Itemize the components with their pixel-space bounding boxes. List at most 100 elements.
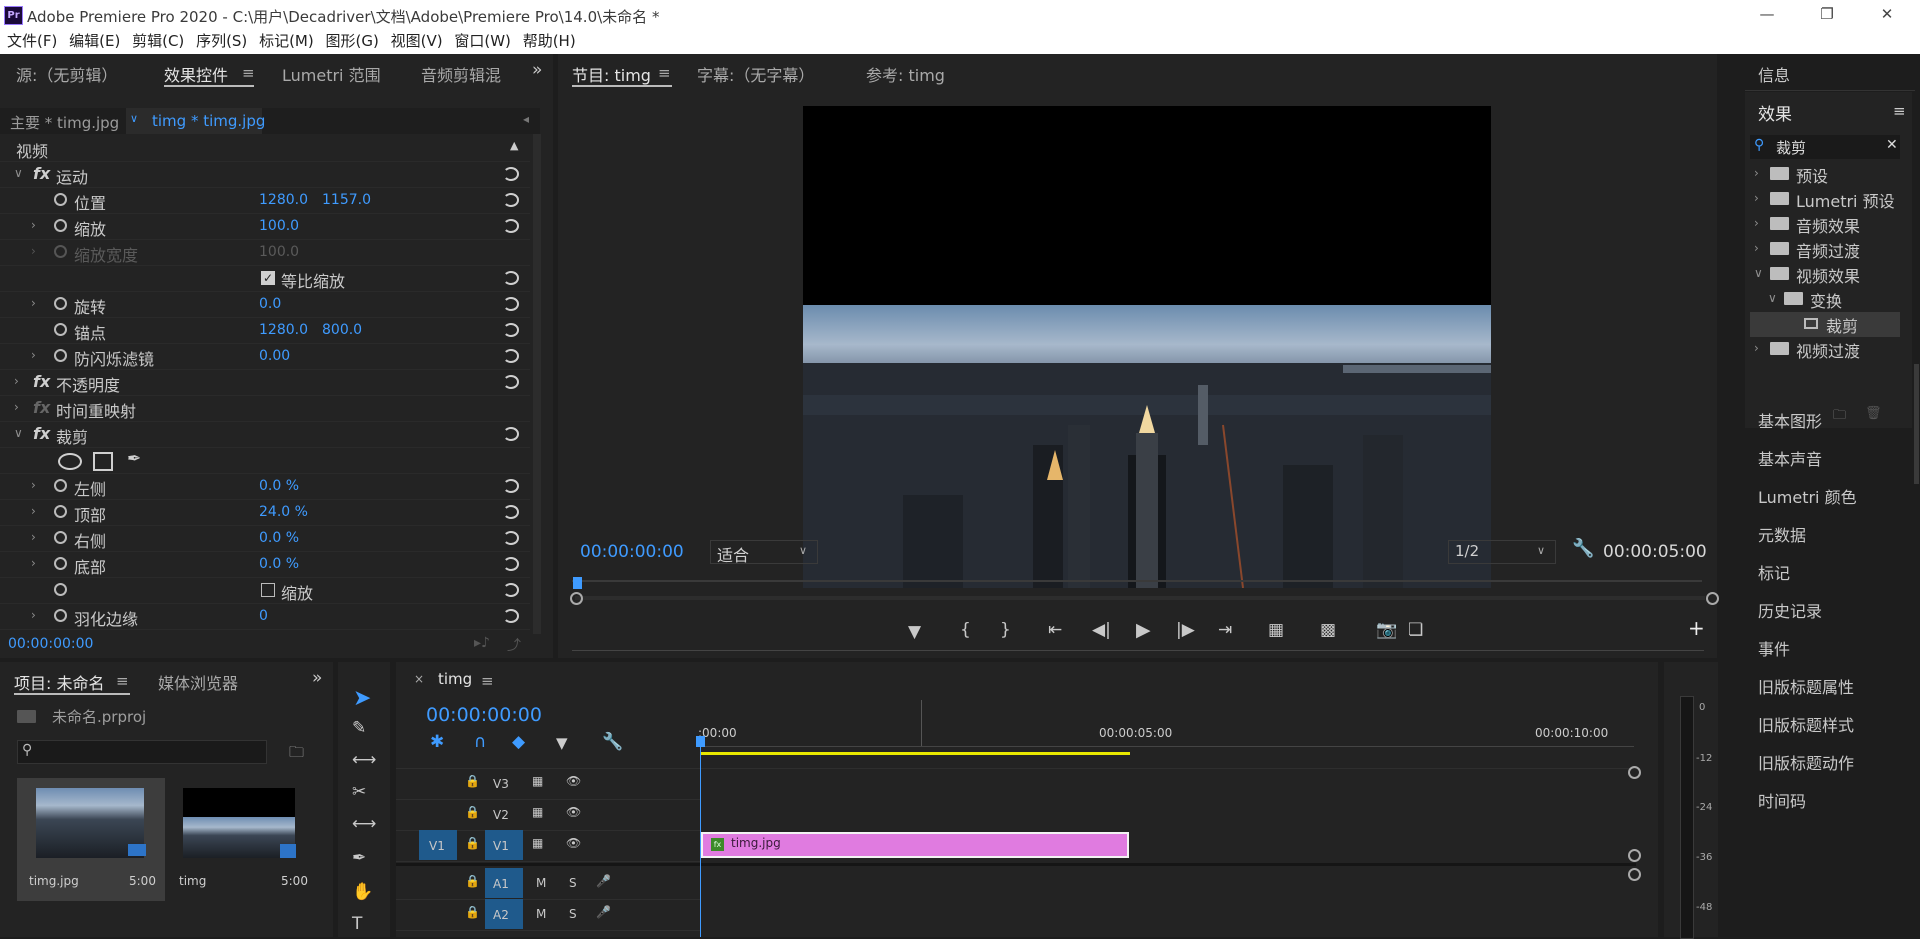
collapse-icon[interactable]: ◂ (523, 112, 529, 126)
menu-graphics[interactable]: 图形(G) (326, 30, 379, 52)
panel-legacy-title-properties[interactable]: 旧版标题属性 (1758, 674, 1854, 698)
export-icon[interactable]: ⤴ (507, 635, 521, 655)
panel-lumetri-color[interactable]: Lumetri 颜色 (1758, 484, 1857, 508)
motion-row[interactable]: ∨ fx 运动 (0, 161, 530, 188)
track-target-v3[interactable]: V3 (485, 768, 523, 798)
chevron-down-icon[interactable]: ∨ (14, 166, 23, 180)
track-target-a2[interactable]: A2 (485, 899, 523, 929)
chevron-down-icon[interactable]: ∨ (14, 426, 23, 440)
vertical-zoom-handle[interactable] (1628, 868, 1641, 881)
reset-icon[interactable] (503, 297, 519, 311)
info-panel-header[interactable]: 信息 (1758, 62, 1790, 86)
panel-history[interactable]: 历史记录 (1758, 598, 1822, 622)
vertical-zoom-handle[interactable] (1628, 849, 1641, 862)
menu-edit[interactable]: 编辑(E) (69, 30, 120, 52)
type-tool-icon[interactable]: T (352, 914, 362, 934)
monitor-scrollbar[interactable] (575, 596, 1705, 600)
reset-icon[interactable] (503, 323, 519, 337)
tab-media-browser[interactable]: 媒体浏览器 (158, 670, 238, 694)
add-button-icon[interactable]: + (1688, 616, 1705, 640)
playhead-timecode[interactable]: 00:00:00:00 (580, 542, 684, 562)
wrench-icon[interactable]: 🔧 (1572, 538, 1594, 559)
pen-mask-icon[interactable]: ✒ (127, 449, 141, 469)
tab-project[interactable]: 项目: 未命名 (14, 670, 104, 694)
reset-icon[interactable] (503, 479, 519, 493)
tab-program[interactable]: 节目: timg (572, 62, 651, 86)
ripple-edit-tool-icon[interactable]: ⟷ (352, 750, 376, 770)
chevron-right-icon[interactable]: › (31, 348, 36, 362)
scroll-handle-left[interactable] (570, 592, 583, 605)
reset-icon[interactable] (503, 193, 519, 207)
snap-icon[interactable]: ∩ (474, 732, 486, 752)
overflow-icon[interactable]: » (312, 668, 322, 688)
tree-item-audio-effects[interactable]: › 音频效果 (1750, 212, 1900, 237)
program-video-frame[interactable] (803, 106, 1491, 588)
ruler-baseline[interactable] (700, 746, 1634, 747)
sync-lock-icon[interactable]: ▦ (532, 774, 543, 788)
add-marker-icon[interactable]: ▼ (908, 622, 921, 642)
razor-tool-icon[interactable]: ✂ (352, 782, 366, 802)
menu-view[interactable]: 视图(V) (391, 30, 443, 52)
filter-icon[interactable]: ▸♪ (474, 635, 490, 651)
timeline-settings-icon[interactable]: 🔧 (602, 732, 623, 752)
zoom-select[interactable]: 适合 ∨ (710, 540, 818, 565)
stopwatch-icon[interactable] (54, 609, 67, 622)
extract-icon[interactable]: ▩ (1320, 620, 1336, 640)
panel-legacy-title-actions[interactable]: 旧版标题动作 (1758, 750, 1854, 774)
eye-icon[interactable]: 👁 (566, 805, 581, 819)
stopwatch-icon[interactable] (54, 531, 67, 544)
stopwatch-icon[interactable] (54, 349, 67, 362)
sync-lock-icon[interactable]: ▦ (532, 805, 543, 819)
tab-reference[interactable]: 参考: timg (866, 62, 945, 86)
reset-icon[interactable] (503, 271, 519, 285)
lock-icon[interactable]: 🔒 (465, 805, 480, 819)
close-tab-icon[interactable]: × (414, 672, 424, 686)
panel-menu-icon[interactable]: ≡ (242, 64, 255, 82)
opacity-row[interactable]: › fx 不透明度 (0, 369, 530, 396)
track-target-v2[interactable]: V2 (485, 799, 523, 829)
tree-item-lumetri-presets[interactable]: › Lumetri 预设 (1750, 187, 1900, 212)
lock-icon[interactable]: 🔒 (465, 874, 480, 888)
tree-item-crop[interactable]: 裁剪 (1750, 312, 1900, 337)
mute-button[interactable]: M (536, 876, 546, 890)
nest-toggle-icon[interactable]: ✱ (430, 732, 444, 752)
fx-icon[interactable]: fx (33, 372, 50, 391)
menu-marker[interactable]: 标记(M) (259, 30, 314, 52)
microphone-icon[interactable]: 🎤 (596, 874, 611, 888)
chevron-right-icon[interactable]: › (14, 374, 19, 388)
tab-captions[interactable]: 字幕:（无字幕） (697, 62, 814, 86)
tree-item-transform[interactable]: ∨ 变换 (1750, 287, 1900, 312)
reset-icon[interactable] (503, 219, 519, 233)
reset-icon[interactable] (503, 609, 519, 623)
tree-item-video-effects[interactable]: ∨ 视频效果 (1750, 262, 1900, 287)
stopwatch-icon[interactable] (54, 323, 67, 336)
close-button[interactable]: ✕ (1864, 0, 1910, 30)
pen-tool-icon[interactable]: ✒ (352, 848, 366, 868)
reset-icon[interactable] (503, 167, 519, 181)
chevron-right-icon[interactable]: › (1754, 191, 1759, 205)
step-back-icon[interactable]: ◀| (1092, 620, 1111, 640)
menu-file[interactable]: 文件(F) (7, 30, 57, 52)
chevron-right-icon[interactable]: › (31, 218, 36, 232)
add-marker-icon[interactable]: ▼ (556, 734, 568, 752)
panel-markers[interactable]: 标记 (1758, 560, 1790, 584)
position-x-value[interactable]: 1280.0 (259, 192, 308, 208)
reset-icon[interactable] (503, 583, 519, 597)
panel-timecode[interactable]: 时间码 (1758, 788, 1806, 812)
rectangle-mask-icon[interactable] (93, 452, 113, 471)
panel-menu-icon[interactable]: ≡ (658, 64, 671, 82)
rotation-value[interactable]: 0.0 (259, 296, 281, 312)
work-area-bar[interactable] (700, 752, 1130, 755)
timeline-timecode[interactable]: 00:00:00:00 (426, 704, 542, 726)
chevron-right-icon[interactable]: › (31, 296, 36, 310)
vertical-zoom-handle[interactable] (1628, 766, 1641, 779)
chevron-right-icon[interactable]: › (1754, 166, 1759, 180)
tab-effect-controls[interactable]: 效果控件 (164, 62, 228, 86)
track-target-a1[interactable]: A1 (485, 868, 523, 898)
menu-help[interactable]: 帮助(H) (523, 30, 576, 52)
crop-left-value[interactable]: 0.0 % (259, 478, 299, 494)
lock-icon[interactable]: 🔒 (465, 836, 480, 850)
monitor-playhead[interactable] (573, 577, 582, 589)
stopwatch-icon[interactable] (54, 479, 67, 492)
stopwatch-icon[interactable] (54, 583, 67, 596)
